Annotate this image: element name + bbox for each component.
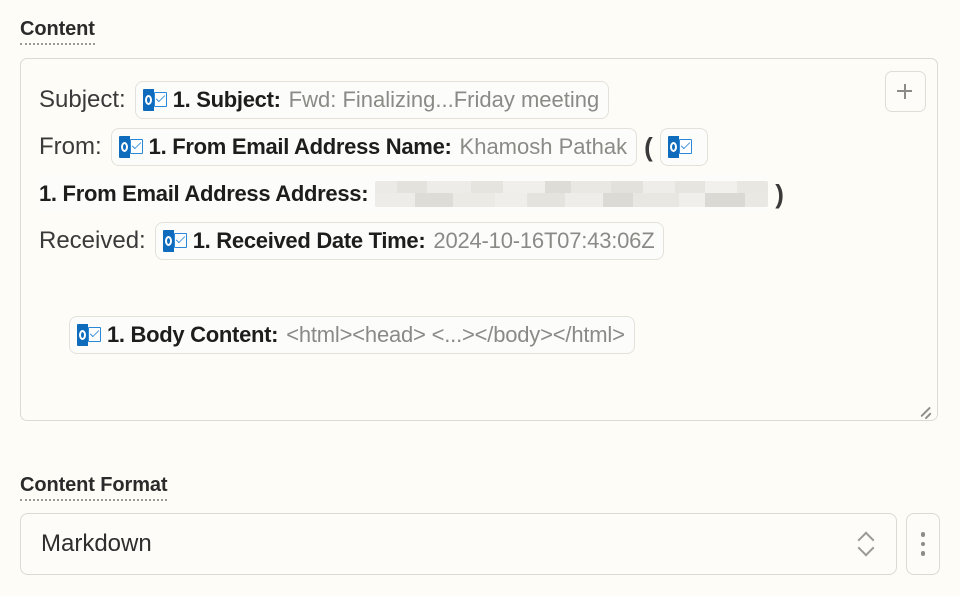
content-format-selected-value: Markdown <box>41 530 152 557</box>
token-value: Khamosh Pathak <box>459 134 628 159</box>
table-row: Received: 1. Received Date Time: 2024-10… <box>39 222 875 260</box>
content-field-label: Content <box>20 18 95 45</box>
outlook-icon <box>667 136 692 158</box>
content-format-row: Markdown <box>20 513 940 575</box>
token-value: 2024-10-16T07:43:06Z <box>433 228 655 253</box>
token-rows: Subject: 1. Subject: Fwd: Finalizing...F… <box>21 59 875 354</box>
subject-row-prefix: Subject: <box>39 86 126 113</box>
outlook-icon <box>118 136 143 158</box>
token-key: 1. From Email Address Name: <box>148 134 452 159</box>
redacted-email-value <box>375 181 769 207</box>
received-row-prefix: Received: <box>39 227 146 254</box>
close-paren: ) <box>775 179 784 209</box>
content-section: Content Subject: 1. Subject: Fwd: Finali… <box>20 18 940 421</box>
table-row: 1. From Email Address Address: ) <box>39 175 875 213</box>
token-pill-body-content[interactable]: 1. Body Content: <html><head> <...></bod… <box>69 316 635 354</box>
table-row: From: 1. From Email Address Name: Khamos… <box>39 128 875 166</box>
content-token-editor[interactable]: Subject: 1. Subject: Fwd: Finalizing...F… <box>20 58 938 421</box>
resize-grip-icon[interactable] <box>916 400 932 420</box>
kebab-menu-icon[interactable] <box>906 513 940 575</box>
token-key: 1. From Email Address Address: <box>39 181 369 206</box>
token-value: Fwd: Finalizing...Friday meeting <box>288 87 600 112</box>
from-row-prefix: From: <box>39 133 102 160</box>
content-format-select[interactable]: Markdown <box>20 513 898 575</box>
open-paren: ( <box>644 132 653 162</box>
content-format-field-label: Content Format <box>20 474 168 501</box>
token-pill-from-address-cont[interactable]: 1. From Email Address Address: <box>39 175 769 213</box>
token-pill-subject[interactable]: 1. Subject: Fwd: Finalizing...Friday mee… <box>134 81 610 119</box>
token-key: 1. Received Date Time: <box>192 228 426 253</box>
content-format-section: Content Format Markdown <box>20 474 940 575</box>
table-row: 1. Body Content: <html><head> <...></bod… <box>69 316 875 354</box>
plus-icon[interactable] <box>885 71 926 112</box>
outlook-icon <box>77 324 101 346</box>
token-pill-from-address-start[interactable] <box>659 128 708 166</box>
token-key: 1. Subject: <box>172 87 281 112</box>
table-row: Subject: 1. Subject: Fwd: Finalizing...F… <box>39 81 875 119</box>
chevron-up-down-icon <box>858 530 874 558</box>
token-value: <html><head> <...></body></html> <box>286 322 625 347</box>
outlook-icon <box>162 230 187 252</box>
token-pill-received[interactable]: 1. Received Date Time: 2024-10-16T07:43:… <box>154 222 665 260</box>
outlook-icon <box>142 89 167 111</box>
token-key: 1. Body Content: <box>107 322 279 347</box>
token-pill-from-name[interactable]: 1. From Email Address Name: Khamosh Path… <box>110 128 638 166</box>
